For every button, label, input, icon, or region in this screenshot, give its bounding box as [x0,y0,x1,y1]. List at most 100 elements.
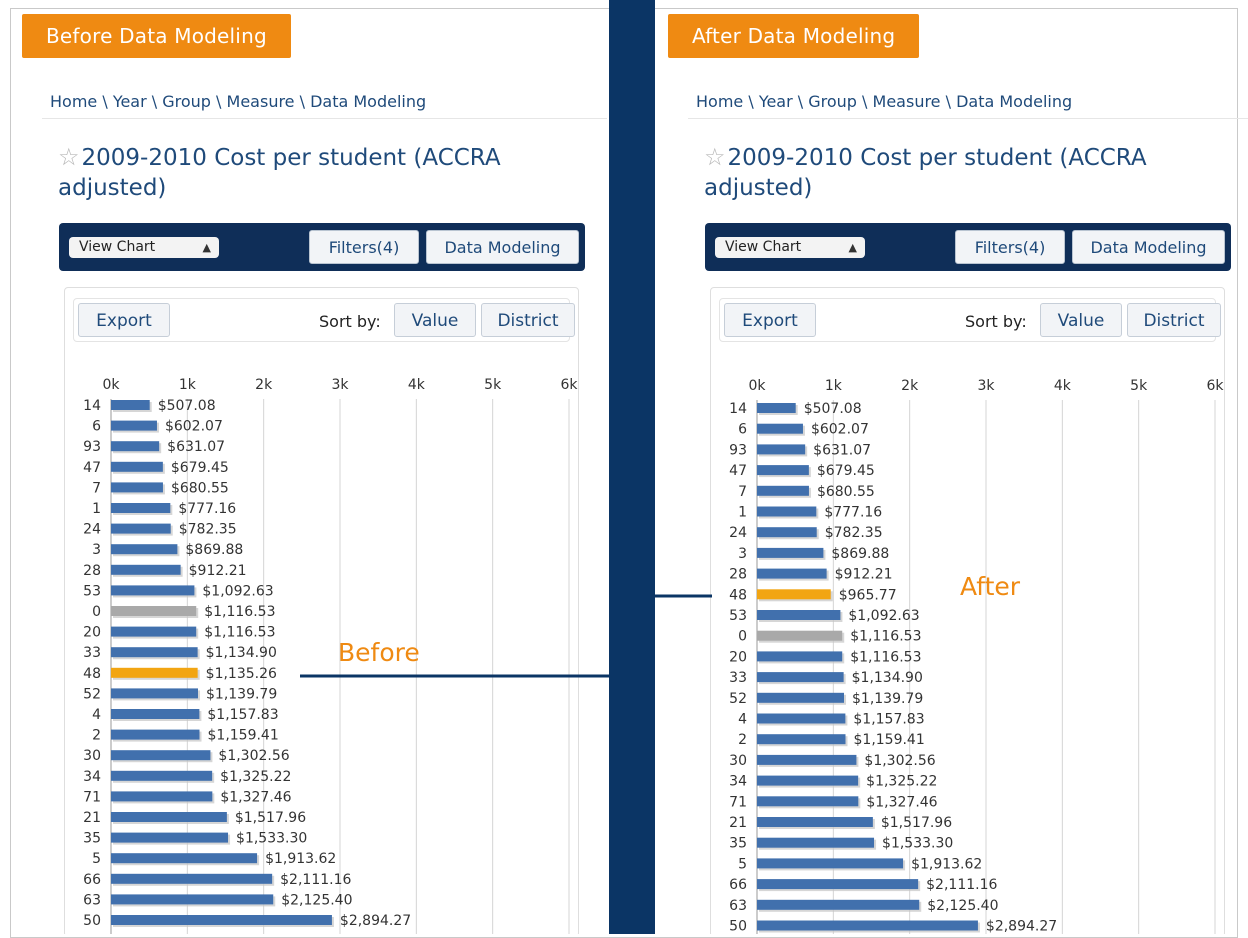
bar [757,858,904,869]
data-label: $912.21 [189,563,247,579]
x-tick-label: 4k [408,377,426,393]
category-label: 52 [729,691,747,707]
bar [111,709,200,719]
bar [111,770,213,781]
data-label: $2,894.27 [340,913,411,929]
bar [111,853,258,864]
before-bar-chart: 0k 1k 2k 3k 4k 5k 6k14 $507.086 $602.0793 $631.07… [83,377,578,934]
bar [757,713,846,724]
category-label: 3 [738,546,747,562]
category-label: 14 [729,401,747,417]
x-tick-label: 0k [102,377,120,393]
x-tick-label: 2k [255,377,273,393]
x-tick-label: 5k [1130,378,1148,394]
bar [757,527,817,538]
bar [757,485,809,496]
data-label: $631.07 [813,442,871,458]
category-label: 0 [92,604,101,620]
category-label: 52 [83,686,101,702]
bar [757,692,845,703]
category-label: 66 [83,872,101,888]
category-label: 50 [83,913,101,929]
data-label: $1,092.63 [202,583,273,599]
x-tick-label: 4k [1054,378,1072,394]
data-label: $869.88 [185,542,243,558]
data-label: $1,325.22 [220,769,291,785]
bar [757,899,920,910]
bar [757,423,803,434]
bar [757,610,841,620]
data-label: $782.35 [825,525,883,541]
bar [111,791,213,802]
bar [111,729,200,740]
data-label: $1,135.26 [206,666,277,682]
bar [111,873,273,884]
category-label: 2 [92,728,101,744]
category-label: 1 [738,505,747,521]
bar [757,672,844,683]
bar [111,544,178,555]
data-label: $2,125.40 [927,898,998,914]
x-tick-label: 3k [331,377,349,393]
data-label: $1,302.56 [218,748,289,764]
category-label: 5 [92,851,101,867]
category-label: 7 [92,480,101,496]
data-label: $602.07 [165,419,223,435]
category-label: 3 [92,542,101,558]
bar [111,523,171,534]
data-label: $1,533.30 [882,836,953,852]
data-label: $912.21 [835,567,893,583]
data-label: $679.45 [171,460,229,476]
data-label: $507.08 [804,401,862,417]
category-label: 53 [83,583,101,599]
bar [757,630,843,641]
data-label: $1,159.41 [854,732,925,748]
category-label: 24 [83,522,101,538]
data-label: $1,533.30 [236,831,307,847]
data-label: $1,157.83 [853,712,924,728]
bar [111,832,229,843]
data-label: $2,894.27 [986,919,1057,935]
x-tick-label: 1k [825,378,843,394]
data-label: $2,125.40 [281,892,352,908]
bar [757,465,809,476]
category-label: 30 [83,748,101,764]
category-label: 4 [92,707,101,723]
category-label: 63 [729,898,747,914]
data-label: $1,913.62 [911,856,982,872]
data-label: $777.16 [824,505,882,521]
category-label: 53 [729,608,747,624]
bar [757,589,831,600]
data-label: $1,116.53 [850,649,921,665]
category-label: 33 [729,670,747,686]
bar [111,915,332,925]
bar [111,647,198,658]
category-label: 21 [83,810,101,826]
after-annotation: After [960,572,1021,601]
after-bar-chart: 0k 1k 2k 3k 4k 5k 6k14 $507.086 $602.0793 $631.07… [729,378,1224,935]
category-label: 4 [738,712,747,728]
category-label: 33 [83,645,101,661]
category-label: 20 [729,649,747,665]
data-label: $1,327.46 [866,794,937,810]
category-label: 66 [729,877,747,893]
after-panel: After Data Modeling Home \ Year \ Group … [658,0,1248,934]
data-label: $1,157.83 [207,707,278,723]
bar [111,400,150,410]
data-label: $1,302.56 [864,753,935,769]
category-label: 48 [83,666,101,682]
bar [757,547,824,558]
category-label: 35 [83,831,101,847]
bar [757,403,796,413]
category-label: 2 [738,732,747,748]
bar [111,585,195,596]
bar [111,503,171,513]
category-label: 20 [83,625,101,641]
category-label: 21 [729,815,747,831]
bar [757,651,843,662]
category-label: 35 [729,836,747,852]
data-label: $1,139.79 [852,691,923,707]
bar [757,444,806,455]
category-label: 28 [729,567,747,583]
category-label: 71 [729,794,747,810]
